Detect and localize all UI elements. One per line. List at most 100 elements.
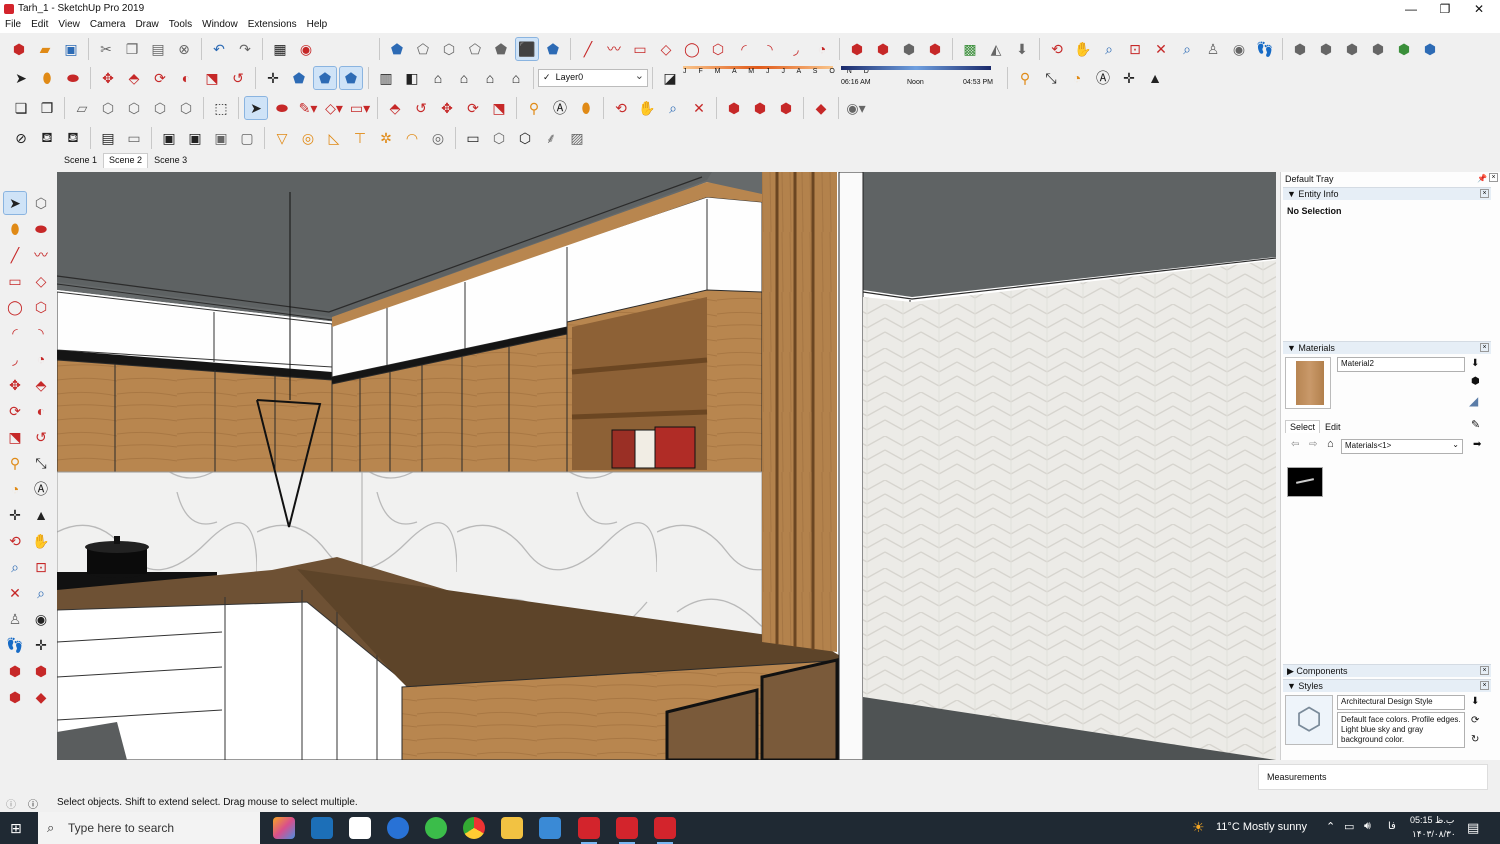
protractor-icon[interactable]: ◔ [1066, 67, 1088, 89]
three-point-arc-icon[interactable]: ◞ [785, 38, 807, 60]
monochrome-icon[interactable]: ⬟ [542, 38, 564, 60]
rectangle-icon[interactable]: ▭ [629, 38, 651, 60]
volume-icon[interactable]: 🔊︎ [1364, 820, 1371, 833]
share-model-icon[interactable]: ⬢ [898, 38, 920, 60]
cut-icon[interactable]: ✂ [95, 38, 117, 60]
house-back-icon[interactable]: ⌂ [453, 67, 475, 89]
display-section-planes-icon[interactable]: ⬟ [313, 66, 337, 90]
zoom-window-icon[interactable]: ⊡ [30, 556, 52, 578]
two-point-arc-icon[interactable]: ◝ [30, 322, 52, 344]
move-icon[interactable]: ✥ [97, 67, 119, 89]
warehouse-icon[interactable]: ⬢ [4, 660, 26, 682]
rotate-large-icon[interactable]: ⟳ [462, 97, 484, 119]
minimize-button[interactable]: — [1394, 0, 1428, 18]
rotated-rectangle-icon[interactable]: ◇ [655, 38, 677, 60]
language-indicator[interactable]: فا [1388, 821, 1396, 832]
warehouse-large-icon[interactable]: ⬢ [723, 97, 745, 119]
pencil-dropdown-icon[interactable]: ✎▾ [297, 97, 319, 119]
section-plane-icon[interactable]: ⬟ [288, 67, 310, 89]
push-pull-large-icon[interactable]: ⬘ [384, 97, 406, 119]
warehouse-building-icon[interactable]: ▥ [375, 67, 397, 89]
line-icon[interactable]: ╱ [4, 244, 26, 266]
open-folder-icon[interactable]: ▰ [34, 38, 56, 60]
previous-view-icon[interactable]: ⌕ [1176, 38, 1198, 60]
paint-bucket-icon[interactable]: ⬮ [36, 67, 58, 89]
point-light-icon[interactable]: ⊤ [349, 127, 371, 149]
components-header[interactable]: ▶ Components × [1283, 664, 1491, 677]
rotated-rect-icon[interactable]: ◇ [30, 270, 52, 292]
paste-icon[interactable]: ▤ [147, 38, 169, 60]
ruby-icon[interactable]: ◆ [30, 686, 52, 708]
refresh-style-icon[interactable]: ↻ [1471, 734, 1479, 745]
components-close-icon[interactable]: × [1480, 666, 1489, 675]
entity-info-header[interactable]: ▼ Entity Info × [1283, 187, 1491, 200]
copy-icon[interactable]: ❐ [121, 38, 143, 60]
home-icon[interactable]: ⌂ [1327, 438, 1334, 450]
position-camera-icon[interactable]: ♙ [1202, 38, 1224, 60]
sandbox-contours-icon[interactable]: ▱ [71, 97, 93, 119]
close-button[interactable]: ✕ [1462, 0, 1496, 18]
menu-extensions[interactable]: Extensions [243, 18, 302, 30]
pan-icon[interactable]: ✋ [1072, 38, 1094, 60]
zoom-large-icon[interactable]: ⌕ [662, 97, 684, 119]
vr-icon[interactable]: ▭ [462, 127, 484, 149]
position-camera-icon[interactable]: ♙ [4, 608, 26, 630]
display-section-cuts-icon[interactable]: ⬟ [339, 66, 363, 90]
lamp-icon[interactable]: ▽ [271, 127, 293, 149]
menu-camera[interactable]: Camera [85, 18, 131, 30]
dimension-icon[interactable]: ⤡ [30, 452, 52, 474]
axes-icon[interactable]: ✛ [262, 67, 284, 89]
zoom-extents-icon[interactable]: ✕ [4, 582, 26, 604]
warehouse-icon[interactable]: ⬢ [846, 38, 868, 60]
offset-icon[interactable]: ↺ [30, 426, 52, 448]
upload-large-icon[interactable]: ⬢ [775, 97, 797, 119]
tray-chevron-icon[interactable]: ⌃ [1326, 820, 1335, 833]
arc-icon[interactable]: ◜ [733, 38, 755, 60]
look-around-icon[interactable]: ◉ [30, 608, 52, 630]
print-icon[interactable]: ▦ [269, 38, 291, 60]
two-point-arc-icon[interactable]: ◝ [759, 38, 781, 60]
line-tool-icon[interactable]: ╱ [577, 38, 599, 60]
shaded-textures-icon[interactable]: ⬛ [515, 37, 539, 61]
material-name-input[interactable]: Material2 [1337, 357, 1465, 372]
ruby-icon[interactable]: ◆ [810, 97, 832, 119]
texture-icon[interactable]: ▨ [566, 127, 588, 149]
model-info-icon[interactable]: ◉ [295, 38, 317, 60]
taskbar-search[interactable]: ⌕ Type here to search [38, 812, 260, 844]
rectangle-icon[interactable]: ▭ [4, 270, 26, 292]
make-component-icon[interactable]: ❐ [36, 97, 58, 119]
info-icon[interactable]: ⓘ [28, 796, 38, 811]
back-view-icon[interactable]: ⬢ [1393, 38, 1415, 60]
copilot-app-icon[interactable] [273, 817, 295, 839]
geo-location-icon[interactable]: ▩ [959, 38, 981, 60]
update-style-icon[interactable]: ⟳ [1471, 715, 1479, 726]
hidden-line-icon[interactable]: ⬠ [464, 38, 486, 60]
text-icon[interactable]: Ⓐ [30, 478, 52, 500]
move-large-icon[interactable]: ✥ [436, 97, 458, 119]
polygon-icon[interactable]: ⬡ [30, 296, 52, 318]
freehand-icon[interactable]: 〰 [603, 38, 625, 60]
pin-icon[interactable]: 📌 [1477, 174, 1487, 183]
sketchup-taskbar-icon-2[interactable] [616, 817, 638, 844]
eyedropper-icon[interactable]: ✎ [1471, 418, 1480, 431]
materials-header[interactable]: ▼ Materials × [1283, 341, 1491, 354]
solid-tools-icon[interactable]: ⬚ [210, 97, 232, 119]
push-pull-icon[interactable]: ⬘ [30, 374, 52, 396]
sandbox-smoove-icon[interactable]: ⬡ [123, 97, 145, 119]
spotlight-icon[interactable]: ◎ [297, 127, 319, 149]
orbit-icon[interactable]: ⟲ [1046, 38, 1068, 60]
styles-header[interactable]: ▼ Styles × [1283, 679, 1491, 692]
clock-time[interactable]: 05:15 ب.ظ [1410, 815, 1454, 826]
pie-icon[interactable]: ◔ [811, 38, 833, 60]
zoom-extents-icon[interactable]: ✕ [1150, 38, 1172, 60]
orbit-large-icon[interactable]: ⟲ [610, 97, 632, 119]
render-settings-icon[interactable]: ◎ [427, 127, 449, 149]
pan-icon[interactable]: ✋ [30, 530, 52, 552]
notification-icon[interactable]: ▤ [1467, 820, 1479, 836]
zoom-window-icon[interactable]: ⊡ [1124, 38, 1146, 60]
pan-large-icon[interactable]: ✋ [636, 97, 658, 119]
forward-arrow-icon[interactable]: ⇨ [1309, 439, 1317, 450]
dimension-icon[interactable]: ⤡ [1040, 67, 1062, 89]
zoom-icon[interactable]: ⌕ [1098, 38, 1120, 60]
axes-icon[interactable]: ✛ [4, 504, 26, 526]
